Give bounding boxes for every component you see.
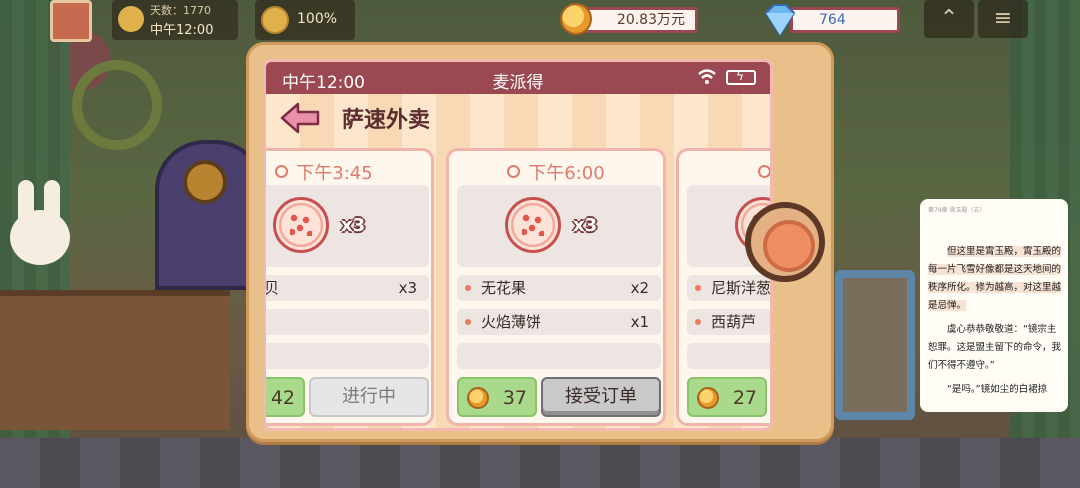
days-counter: 天数：1770: [150, 4, 211, 17]
bunny-character[interactable]: [0, 180, 80, 290]
diamond-icon: [764, 4, 796, 37]
reward-badge: 37: [457, 377, 537, 417]
back-arrow-icon[interactable]: [280, 102, 320, 134]
menu-button[interactable]: ≡: [978, 0, 1028, 38]
shop-counter: [0, 290, 230, 430]
order-card[interactable]: 下午 尼斯洋葱 西葫芦 27: [676, 148, 773, 426]
order-item-empty: [687, 343, 770, 369]
chapter-header: 第79章 霄玉殿（五）: [928, 207, 986, 214]
order-item: 西葫芦: [687, 309, 770, 335]
reader-text: 但这里是霄玉殿，霄玉殿的每一片飞雪好像都是这天地间的秩序所化。修为越高，对这里越…: [928, 243, 1062, 405]
order-time: 下午: [679, 159, 770, 185]
dish-area: x3: [266, 185, 429, 267]
reader-paragraph: 但这里是霄玉殿，霄玉殿的每一片飞雪好像都是这天地间的秩序所化。修为越高，对这里越…: [928, 246, 1062, 311]
mood-value: 100%: [297, 11, 338, 27]
phone-status-bar: 中午12:00 麦派得 ϟ: [266, 62, 770, 94]
order-time: 下午6:00: [449, 159, 663, 185]
gem-value: 764: [790, 7, 900, 33]
wreath-decoration: [72, 60, 162, 150]
wifi-icon: [698, 69, 716, 84]
pizza-icon: [505, 197, 561, 253]
pizza-icon: [273, 197, 329, 253]
order-item-empty: [266, 309, 429, 335]
round-window: [183, 160, 227, 204]
order-item: 火焰薄饼 x1: [457, 309, 661, 335]
page-title: 萨速外卖: [342, 108, 431, 133]
coin-icon: [467, 387, 489, 409]
reward-badge: 42: [266, 377, 305, 417]
reader-paragraph: 虞心恭恭敬敬道：“镜宗主恕罪。这是盟主留下的命令，我们不得不遵守。”: [928, 324, 1062, 371]
top-hud: 天数：1770 中午12:00 100% 20.83万元 764 ⌃ ≡: [0, 0, 1080, 42]
status-title: 麦派得: [492, 73, 544, 93]
mood-panel: 100%: [255, 0, 355, 40]
order-time: 下午3:45: [266, 159, 431, 185]
reward-badge: 27: [687, 377, 767, 417]
clock-icon: [507, 165, 521, 178]
reader-paragraph: “是吗。”镜如尘的白裙掠: [947, 384, 1048, 395]
order-card[interactable]: 下午6:00 x3 无花果 x2 火焰薄饼 x1 37 接受订单: [446, 148, 666, 426]
dish-quantity: x3: [573, 215, 598, 236]
order-item: 扇贝x3: [266, 275, 429, 301]
dish-area: x3: [457, 185, 661, 267]
accept-order-button[interactable]: 接受订单: [541, 377, 661, 417]
gem-balance[interactable]: 764: [760, 3, 900, 37]
coin-value: 20.83万元: [582, 7, 698, 33]
app-header: 萨速外卖: [266, 94, 770, 142]
order-list[interactable]: 下午3:45 x3 扇贝x3 42 进行中 下午6:00 x3 无花果x2: [266, 148, 773, 428]
dish-quantity: x3: [341, 215, 366, 236]
sun-icon: [118, 6, 144, 32]
coin-balance[interactable]: 20.83万元: [560, 3, 698, 35]
coin-icon: [560, 3, 592, 35]
phone-home-button[interactable]: [745, 202, 825, 282]
collapse-button[interactable]: ⌃: [924, 0, 974, 38]
accept-order-button[interactable]: [771, 377, 773, 417]
clock-icon: [757, 165, 770, 178]
order-item: 尼斯洋葱: [687, 275, 770, 301]
coin-icon: [697, 387, 719, 409]
reader-overlay[interactable]: 第79章 霄玉殿（五） 但这里是霄玉殿，霄玉殿的每一片飞雪好像都是这天地间的秩序…: [920, 199, 1068, 412]
floor-tiles: [0, 438, 1080, 488]
smile-icon: [261, 6, 289, 34]
player-avatar[interactable]: [50, 0, 92, 42]
order-item: 无花果 x2: [457, 275, 661, 301]
game-time: 中午12:00: [150, 23, 214, 38]
picture-frame: [835, 270, 915, 420]
battery-icon: ϟ: [726, 69, 756, 85]
order-item-empty: [457, 343, 661, 369]
in-progress-button[interactable]: 进行中: [309, 377, 429, 417]
order-card[interactable]: 下午3:45 x3 扇贝x3 42 进行中: [266, 148, 434, 426]
clock-icon: [275, 165, 289, 178]
order-item-empty: [266, 343, 429, 369]
phone-screen: 中午12:00 麦派得 ϟ 萨速外卖 下午3:45 x3 贝 x3 42 进行中…: [263, 59, 773, 431]
day-time-panel: 天数：1770 中午12:00: [112, 0, 238, 40]
